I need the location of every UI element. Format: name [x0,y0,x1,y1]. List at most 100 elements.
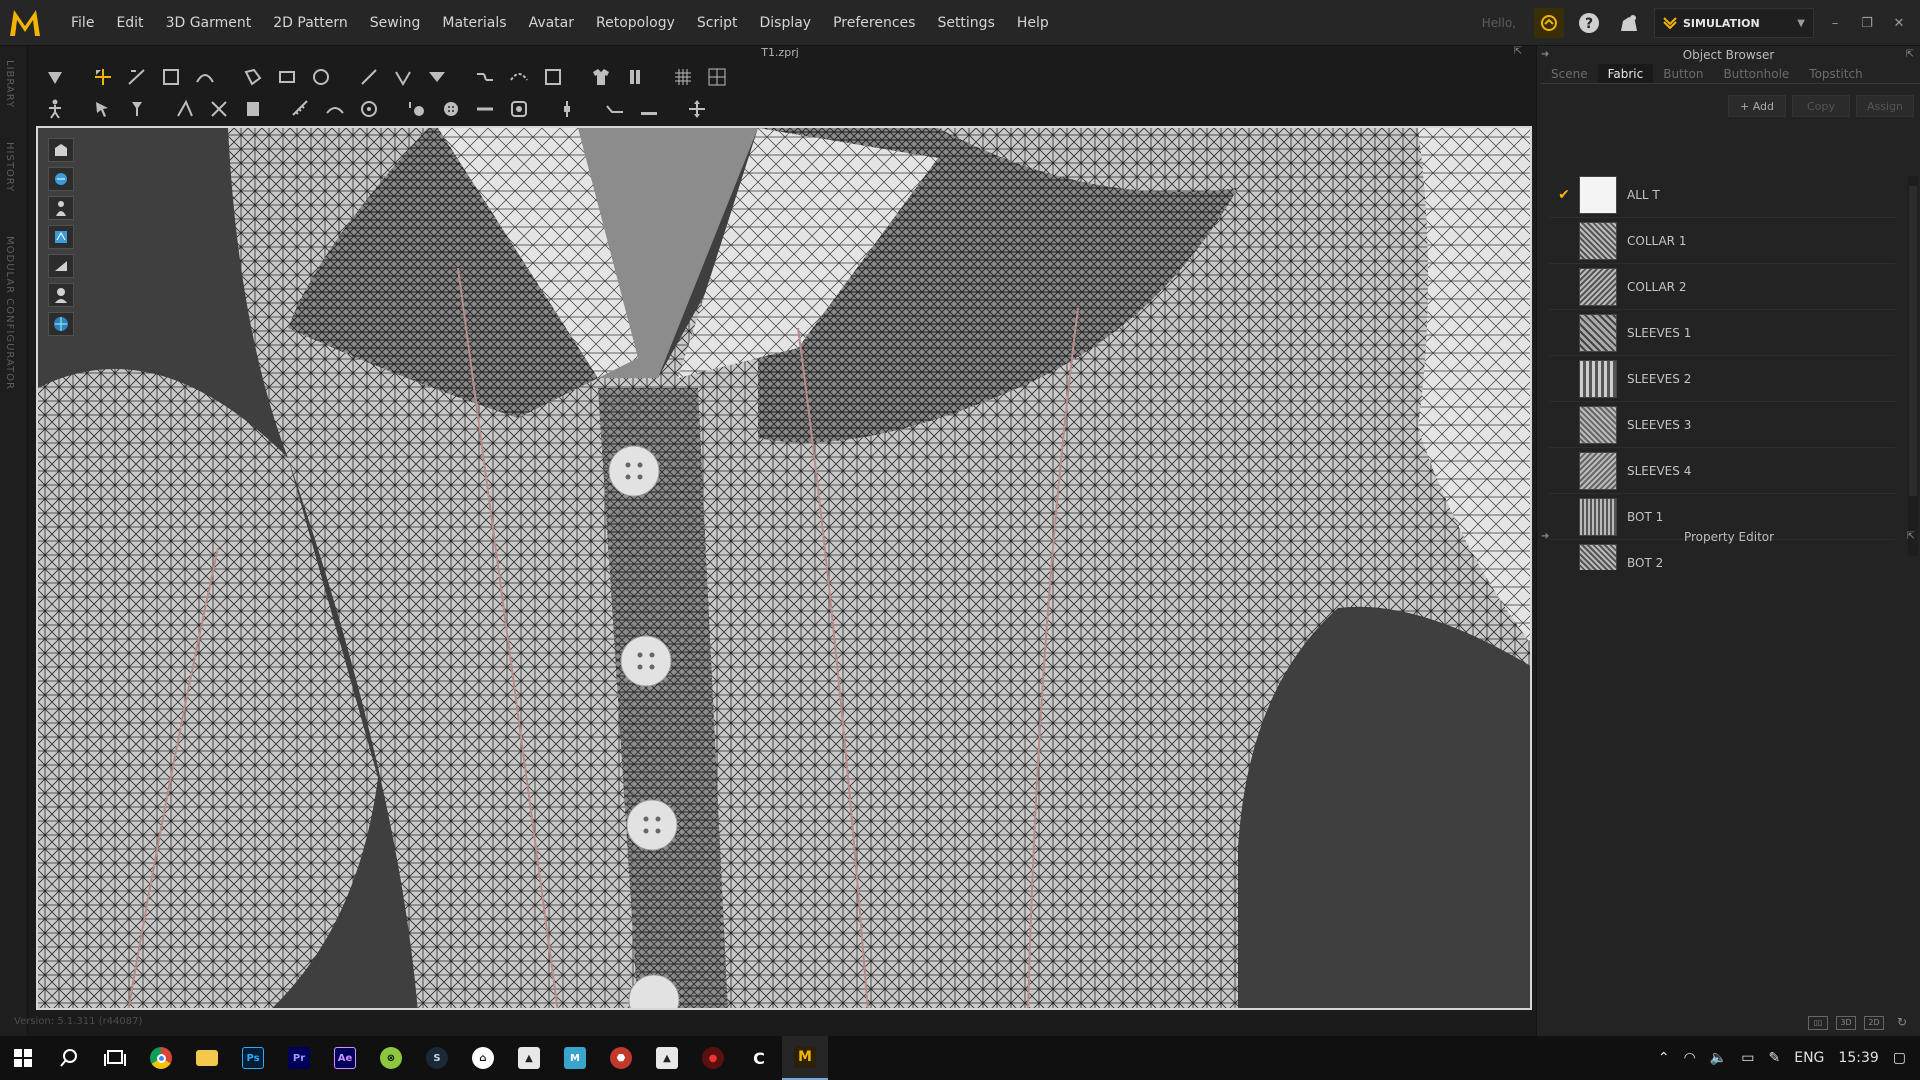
fasten-button-icon[interactable] [504,95,534,123]
environment-icon[interactable] [48,312,74,336]
list-item[interactable]: COLLAR 2 [1549,264,1895,310]
menu-settings[interactable]: Settings [926,15,1005,31]
fold-icon[interactable] [422,63,452,91]
cinema-icon[interactable]: C [736,1036,782,1080]
circle-icon[interactable] [306,63,336,91]
check-sewing-icon[interactable] [538,63,568,91]
strengthen-icon[interactable] [238,95,268,123]
steam-icon[interactable]: S [414,1036,460,1080]
grid-icon[interactable] [668,63,698,91]
dart-icon[interactable] [388,63,418,91]
menu-edit[interactable]: Edit [105,15,154,31]
restore-icon[interactable]: ❐ [1856,16,1878,31]
chrome-icon[interactable] [138,1036,184,1080]
app-icon[interactable]: ⌂ [460,1036,506,1080]
fabric-tool-icon[interactable] [586,63,616,91]
3d-view-icon[interactable]: 3D [1836,1016,1856,1030]
fabric-list-scrollbar[interactable] [1908,176,1918,556]
arrangement-icon[interactable] [320,95,350,123]
topstitch-icon[interactable] [600,95,630,123]
move-gizmo-icon[interactable] [682,95,712,123]
add-button[interactable]: + Add [1728,95,1786,117]
menu-2d-pattern[interactable]: 2D Pattern [262,15,359,31]
edit-curvature-icon[interactable] [190,63,220,91]
avatar-pose-icon[interactable] [40,95,70,123]
tack-icon[interactable] [170,95,200,123]
segment-sewing-icon[interactable] [470,63,500,91]
3d-app-icon[interactable]: ⬣ [598,1036,644,1080]
copy-button[interactable]: Copy [1792,95,1850,117]
edit-pattern-icon[interactable] [122,63,152,91]
menu-display[interactable]: Display [748,15,822,31]
edit-point-icon[interactable] [156,63,186,91]
windows-start-icon[interactable] [0,1036,46,1080]
list-item[interactable]: SLEEVES 3 [1549,402,1895,448]
cloud-icon[interactable] [1534,8,1564,38]
app-logo-icon[interactable] [8,6,42,40]
task-view-icon[interactable] [92,1036,138,1080]
close-icon[interactable]: ✕ [1888,16,1910,31]
list-item[interactable]: COLLAR 1 [1549,218,1895,264]
internal-line-icon[interactable] [354,63,384,91]
file-explorer-icon[interactable] [184,1036,230,1080]
photoshop-icon[interactable]: Ps [230,1036,276,1080]
after-effects-icon[interactable]: Ae [322,1036,368,1080]
polygon-icon[interactable] [238,63,268,91]
image-app-icon[interactable]: ▲ [506,1036,552,1080]
button-tool-icon[interactable] [402,95,432,123]
expand-icon[interactable]: ⇱ [1907,528,1915,546]
battery-icon[interactable]: ▭ [1741,1050,1754,1066]
menu-sewing[interactable]: Sewing [359,15,432,31]
measure-icon[interactable] [286,95,316,123]
language-indicator[interactable]: ENG [1794,1050,1824,1066]
shading-icon[interactable] [48,254,74,278]
menu-preferences[interactable]: Preferences [822,15,926,31]
list-item[interactable]: SLEEVES 4 [1549,448,1895,494]
tab-button[interactable]: Button [1653,64,1713,83]
select-point-icon[interactable] [88,95,118,123]
pen-icon[interactable]: ✎ [1769,1050,1781,1066]
transform-pattern-icon[interactable] [88,63,118,91]
pin-icon[interactable]: ➜ [1541,528,1549,546]
tab-scene[interactable]: Scene [1541,64,1598,83]
select-mesh-icon[interactable] [40,63,70,91]
zipper-icon[interactable] [552,95,582,123]
menu-retopology[interactable]: Retopology [585,15,686,31]
menu-file[interactable]: File [60,15,105,31]
avatar-visibility-icon[interactable] [48,196,74,220]
clock[interactable]: 15:39 [1838,1050,1878,1066]
refresh-icon[interactable]: ↻ [1892,1016,1912,1030]
tab-buttonhole[interactable]: Buttonhole [1713,64,1799,83]
menu-script[interactable]: Script [686,15,749,31]
avatar-silhouette-icon[interactable] [48,283,74,307]
assign-button[interactable]: Assign [1856,95,1914,117]
modular-configurator-tab[interactable]: MODULAR CONFIGURATOR [4,236,15,390]
expand-icon[interactable]: ⇱ [1514,46,1522,57]
pin-icon[interactable] [122,95,152,123]
list-item[interactable]: SLEEVES 2 [1549,356,1895,402]
list-item[interactable]: SLEEVES 1 [1549,310,1895,356]
garment-display-icon[interactable] [48,225,74,249]
list-item[interactable]: ✔ ALL T [1549,172,1895,218]
volume-icon[interactable]: 🔈 [1710,1050,1727,1066]
steam-icon[interactable] [354,95,384,123]
texture-display-icon[interactable] [48,167,74,191]
tab-fabric[interactable]: Fabric [1597,64,1654,83]
expand-icon[interactable]: ⇱ [1906,46,1914,64]
notifications-icon[interactable]: ▢ [1893,1050,1906,1066]
split-view-icon[interactable]: ▯▯ [1808,1016,1828,1030]
xbox-icon[interactable]: ⊗ [368,1036,414,1080]
marvelous-designer-icon[interactable]: M [782,1036,828,1080]
help-icon[interactable]: ? [1574,8,1604,38]
history-tab[interactable]: HISTORY [4,142,15,192]
menu-materials[interactable]: Materials [431,15,517,31]
grid-2-icon[interactable] [702,63,732,91]
cross-tack-icon[interactable] [204,95,234,123]
library-tab[interactable]: LIBRARY [4,60,15,108]
image-app-2-icon[interactable]: ▲ [644,1036,690,1080]
wifi-icon[interactable]: ◠ [1684,1050,1696,1066]
rectangle-icon[interactable] [272,63,302,91]
select-button-icon[interactable] [436,95,466,123]
buttonhole-icon[interactable] [470,95,500,123]
free-sewing-icon[interactable] [504,63,534,91]
